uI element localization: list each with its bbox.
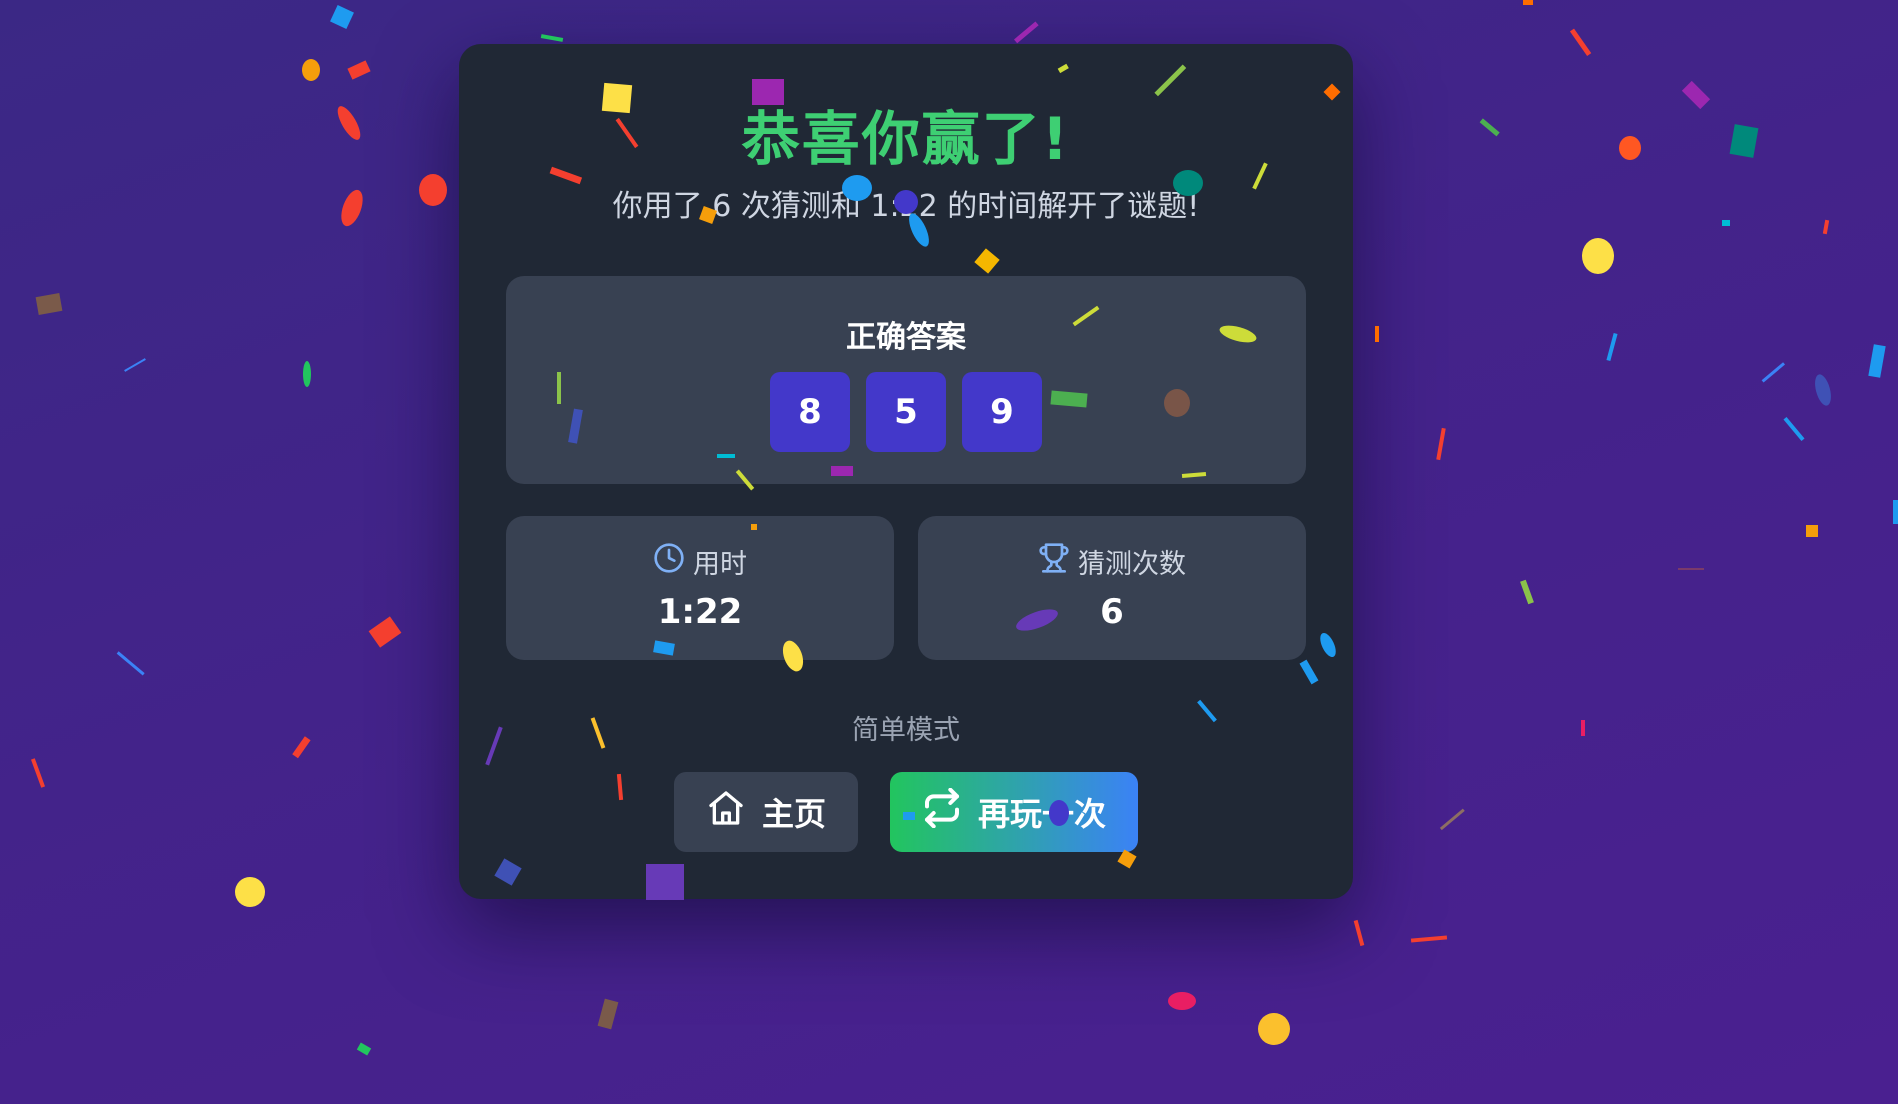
time-stat-card: 用时 1:22 (506, 516, 894, 660)
answer-digit-1: 8 (770, 372, 850, 452)
correct-answer-label: 正确答案 (846, 320, 966, 355)
correct-answer-panel: 正确答案 8 5 9 (506, 276, 1306, 484)
clock-icon (653, 542, 685, 581)
home-icon (706, 788, 746, 836)
victory-subtitle: 你用了 6 次猜测和 1:22 的时间解开了谜题! (612, 189, 1200, 224)
home-button-label: 主页 (761, 795, 826, 833)
answer-digit-2: 5 (866, 372, 946, 452)
guesses-stat-value: 6 (1100, 592, 1124, 632)
trophy-icon (1038, 542, 1070, 581)
guesses-stat-label: 猜测次数 (1078, 549, 1186, 580)
guesses-stat-header: 猜测次数 (918, 542, 1306, 581)
time-stat-value: 1:22 (657, 592, 743, 632)
home-button[interactable]: 主页 (674, 772, 858, 852)
guesses-stat-card: 猜测次数 6 (918, 516, 1306, 660)
answer-digit-3: 9 (962, 372, 1042, 452)
repeat-icon (922, 787, 962, 836)
play-again-label: 再玩一次 (977, 795, 1106, 833)
time-stat-header: 用时 (506, 542, 894, 581)
difficulty-mode-label: 简单模式 (852, 715, 960, 746)
time-stat-label: 用时 (693, 549, 747, 580)
victory-card: 恭喜你赢了! 你用了 6 次猜测和 1:22 的时间解开了谜题! 正确答案 8 … (459, 44, 1353, 899)
victory-title: 恭喜你赢了! (741, 105, 1071, 173)
play-again-button[interactable]: 再玩一次 (890, 772, 1138, 852)
answer-digits: 8 5 9 (506, 372, 1306, 452)
